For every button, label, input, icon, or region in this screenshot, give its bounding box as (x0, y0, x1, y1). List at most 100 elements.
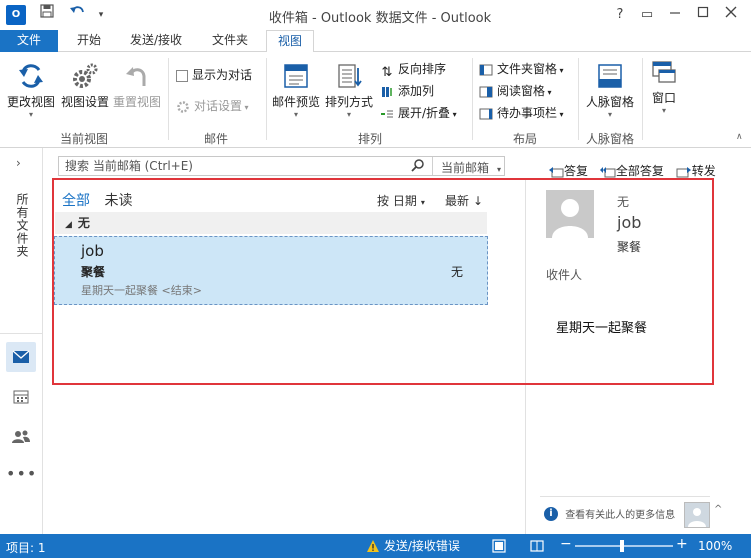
window-title: 收件箱 - Outlook 数据文件 - Outlook (268, 11, 492, 26)
change-view-label: 更改视图 (6, 95, 55, 109)
message-preview-icon (284, 64, 308, 88)
add-columns-button[interactable]: 添加列 (380, 81, 434, 101)
reading-pane-button[interactable]: 阅读窗格 ▾ (479, 81, 552, 101)
reset-view-label: 重置视图 (112, 95, 161, 109)
tab-view[interactable]: 视图 (266, 30, 314, 53)
message-preview-button[interactable]: 邮件预览 ▾ (268, 62, 324, 119)
reset-view-button[interactable]: 重置视图 (110, 62, 164, 110)
expand-collapse-button[interactable]: 展开/折叠 ▾ (380, 103, 457, 123)
checkbox-icon (176, 69, 188, 82)
calendar-icon (13, 390, 29, 404)
reply-all-label: 全部答复 (615, 164, 664, 178)
undo-icon[interactable] (66, 4, 88, 26)
arrangement-label: 排列方式 (324, 95, 373, 109)
change-view-button[interactable]: 更改视图 ▾ (4, 62, 58, 119)
highlight-box (52, 178, 714, 385)
tab-file[interactable]: 文件 (0, 30, 58, 52)
conversation-settings-label: 对话设置 (194, 99, 243, 113)
forward-button[interactable]: 转发 (676, 162, 716, 179)
all-folders-label[interactable]: 所有文件夹 (14, 193, 31, 258)
group-divider (168, 58, 169, 140)
tab-home[interactable]: 开始 (66, 30, 112, 52)
group-divider (642, 58, 643, 140)
people-pane-icon (598, 64, 622, 88)
folder-pane-button[interactable]: 文件夹窗格 ▾ (479, 59, 564, 79)
person-thumbnail[interactable] (684, 502, 710, 528)
reply-icon (549, 166, 564, 177)
zoom-slider-thumb[interactable] (620, 540, 624, 552)
search-input[interactable] (59, 157, 399, 175)
ribbon-tabs: 文件 开始 发送/接收 文件夹 视图 (0, 30, 751, 53)
more-apps-icon[interactable]: ••• (6, 464, 36, 488)
zoom-slider[interactable] (575, 545, 673, 547)
show-as-conversations-label: 显示为对话 (192, 68, 253, 82)
tab-send-receive[interactable]: 发送/接收 (118, 30, 194, 52)
normal-view-icon[interactable] (492, 539, 506, 556)
reply-all-button[interactable]: 全部答复 (599, 162, 664, 179)
window-button[interactable]: 窗口 ▾ (644, 58, 684, 115)
gear-icon (73, 63, 98, 88)
group-divider (266, 58, 267, 140)
search-icon[interactable] (411, 158, 425, 175)
group-divider (472, 58, 473, 140)
reading-view-icon[interactable] (530, 539, 544, 556)
reply-button[interactable]: 答复 (548, 162, 588, 179)
close-button[interactable] (718, 4, 744, 26)
reverse-sort-button[interactable]: ⇅ 反向排序 (380, 59, 446, 80)
conversation-settings-button[interactable]: 对话设置 ▾ (176, 96, 249, 116)
customize-quick-access-icon[interactable]: ▾ (90, 4, 112, 26)
forward-label: 转发 (691, 164, 716, 178)
message-preview-label: 邮件预览 (271, 95, 320, 109)
reply-label: 答复 (564, 164, 589, 178)
folder-pane-label: 文件夹窗格 (497, 62, 558, 76)
send-receive-error-label: 发送/接收错误 (383, 539, 460, 553)
add-columns-label: 添加列 (398, 84, 435, 98)
search-divider (432, 157, 433, 175)
change-view-icon (19, 64, 43, 88)
send-receive-error-status[interactable]: 发送/接收错误 (366, 537, 460, 554)
chevron-down-icon: ▾ (346, 110, 351, 119)
zoom-out-button[interactable]: − (560, 536, 572, 552)
arrangement-icon (338, 64, 362, 88)
list-scrollbar[interactable] (43, 178, 52, 534)
people-icon (12, 430, 30, 443)
people-pane-button[interactable]: 人脉窗格 ▾ (582, 62, 638, 119)
search-box: 当前邮箱 ▾ (58, 156, 505, 176)
window-label: 窗口 (651, 91, 676, 105)
reading-pane-label: 阅读窗格 (497, 84, 546, 98)
expand-folder-pane-icon[interactable]: › (16, 156, 21, 170)
forward-icon (676, 166, 691, 177)
calendar-nav-button[interactable] (6, 382, 36, 412)
search-scope-dropdown[interactable]: 当前邮箱 ▾ (441, 159, 501, 176)
help-button[interactable]: ? (607, 4, 633, 26)
chevron-down-icon: ▾ (661, 106, 666, 115)
todo-bar-button[interactable]: 待办事项栏 ▾ (479, 103, 564, 123)
arrangement-button[interactable]: 排列方式 ▾ (322, 62, 376, 119)
reply-toolbar: 答复 全部答复 转发 (548, 162, 716, 179)
collapse-ribbon-icon[interactable]: ∧ (736, 132, 743, 142)
reset-view-icon (126, 67, 146, 86)
ribbon-display-options-button[interactable]: ▭ (634, 4, 660, 26)
expand-collapse-icon (381, 110, 393, 117)
mail-nav-button[interactable] (6, 342, 36, 372)
people-info-row[interactable]: i 查看有关此人的更多信息 (544, 506, 675, 521)
tab-folder[interactable]: 文件夹 (200, 30, 260, 52)
show-as-conversations-checkbox[interactable]: 显示为对话 (176, 65, 252, 85)
zoom-level[interactable]: 100% (698, 539, 732, 553)
chevron-down-icon: ▾ (28, 110, 33, 119)
view-settings-label: 视图设置 (60, 95, 109, 109)
zoom-in-button[interactable]: + (676, 536, 688, 552)
maximize-button[interactable] (690, 4, 716, 26)
reading-pane-icon (479, 86, 493, 97)
people-nav-button[interactable] (6, 422, 36, 452)
warning-icon (367, 539, 379, 552)
title-bar: O ▾ 收件箱 - Outlook 数据文件 - Outlook ? ▭ (0, 0, 751, 30)
save-icon[interactable] (36, 4, 58, 26)
expand-people-pane-icon[interactable]: ^ (714, 504, 722, 515)
minimize-button[interactable] (662, 4, 688, 26)
view-settings-button[interactable]: 视图设置 (58, 62, 112, 110)
messages-group-label: 邮件 (203, 132, 228, 146)
outlook-logo-icon[interactable]: O (6, 5, 26, 25)
nav-divider (0, 333, 43, 334)
chevron-down-icon: ▾ (497, 165, 502, 174)
